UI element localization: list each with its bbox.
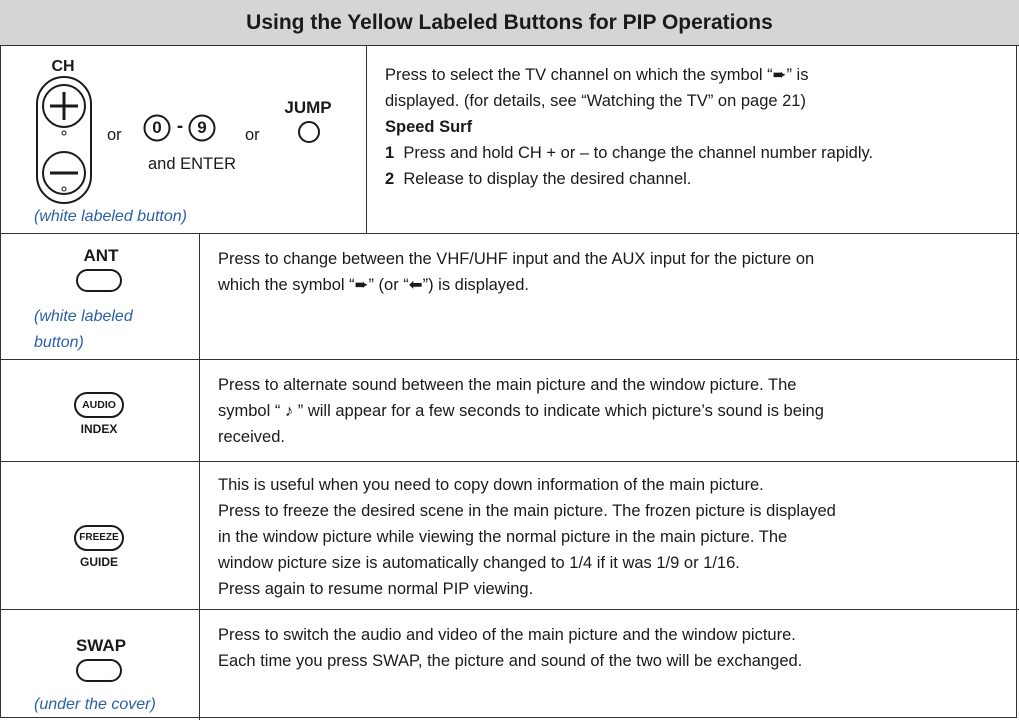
step-item: 1 Press and hold CH + or – to change the… <box>385 140 873 166</box>
ch-rocker-icon[interactable] <box>36 76 92 204</box>
column-divider <box>366 46 367 234</box>
audio-button-label: AUDIO <box>82 399 116 411</box>
swap-button[interactable] <box>76 658 122 684</box>
step-text: Release to display the desired channel. <box>403 170 692 188</box>
guide-label: GUIDE <box>79 555 118 569</box>
button-note: button) <box>34 334 84 351</box>
button-note: (under the cover) <box>34 696 156 713</box>
row-divider <box>0 461 1019 462</box>
jump-label: JUMP <box>284 98 332 117</box>
speed-surf-heading: Speed Surf <box>385 118 473 136</box>
column-divider <box>199 233 200 720</box>
row-divider <box>0 233 1019 234</box>
or-text: or <box>107 126 122 144</box>
step-number: 2 <box>385 170 395 188</box>
step-text: Press and hold CH + or – to change the c… <box>403 144 874 162</box>
description-line: in the window picture while viewing the … <box>218 528 788 546</box>
index-label: INDEX <box>80 422 118 436</box>
ant-label: ANT <box>83 246 119 265</box>
description-line: Press to freeze the desired scene in the… <box>218 502 836 520</box>
description-line: displayed. (for details, see “Watching t… <box>385 92 806 110</box>
jump-button[interactable] <box>297 120 321 144</box>
description-line: Each time you press SWAP, the picture an… <box>218 652 803 670</box>
description-line: Press to switch the audio and video of t… <box>218 626 796 644</box>
instruction-page: Using the Yellow Labeled Buttons for PIP… <box>0 0 1019 720</box>
digit-0-label: 0 <box>152 118 162 137</box>
description-line: Press to alternate sound between the mai… <box>218 376 797 394</box>
step-number: 1 <box>385 144 395 162</box>
row-divider <box>0 609 1019 610</box>
description-line: received. <box>218 428 285 446</box>
page-title: Using the Yellow Labeled Buttons for PIP… <box>0 0 1019 46</box>
freeze-button-label: FREEZE <box>79 532 119 543</box>
step-item: 2 Release to display the desired channel… <box>385 166 691 192</box>
ant-button[interactable] <box>76 268 122 294</box>
or-text: or <box>245 126 260 144</box>
ch-label: CH <box>51 58 75 75</box>
button-note: (white labeled <box>34 308 133 325</box>
digit-9-label: 9 <box>197 118 207 137</box>
swap-label: SWAP <box>75 636 127 655</box>
description-line: symbol “ ♪ ” will appear for a few secon… <box>218 402 824 420</box>
description-line: window picture size is automatically cha… <box>218 554 740 572</box>
description-line: which the symbol “➨” (or “⬅”) is display… <box>218 276 529 294</box>
description-line: Press to select the TV channel on which … <box>385 66 809 84</box>
and-enter-text: and ENTER <box>148 155 237 173</box>
description-line: Press again to resume normal PIP viewing… <box>218 580 534 598</box>
dash-text: - <box>176 116 184 137</box>
button-note: (white labeled button) <box>34 208 187 225</box>
row-divider <box>0 359 1019 360</box>
description-line: This is useful when you need to copy dow… <box>218 476 764 494</box>
description-line: Press to change between the VHF/UHF inpu… <box>218 250 815 268</box>
